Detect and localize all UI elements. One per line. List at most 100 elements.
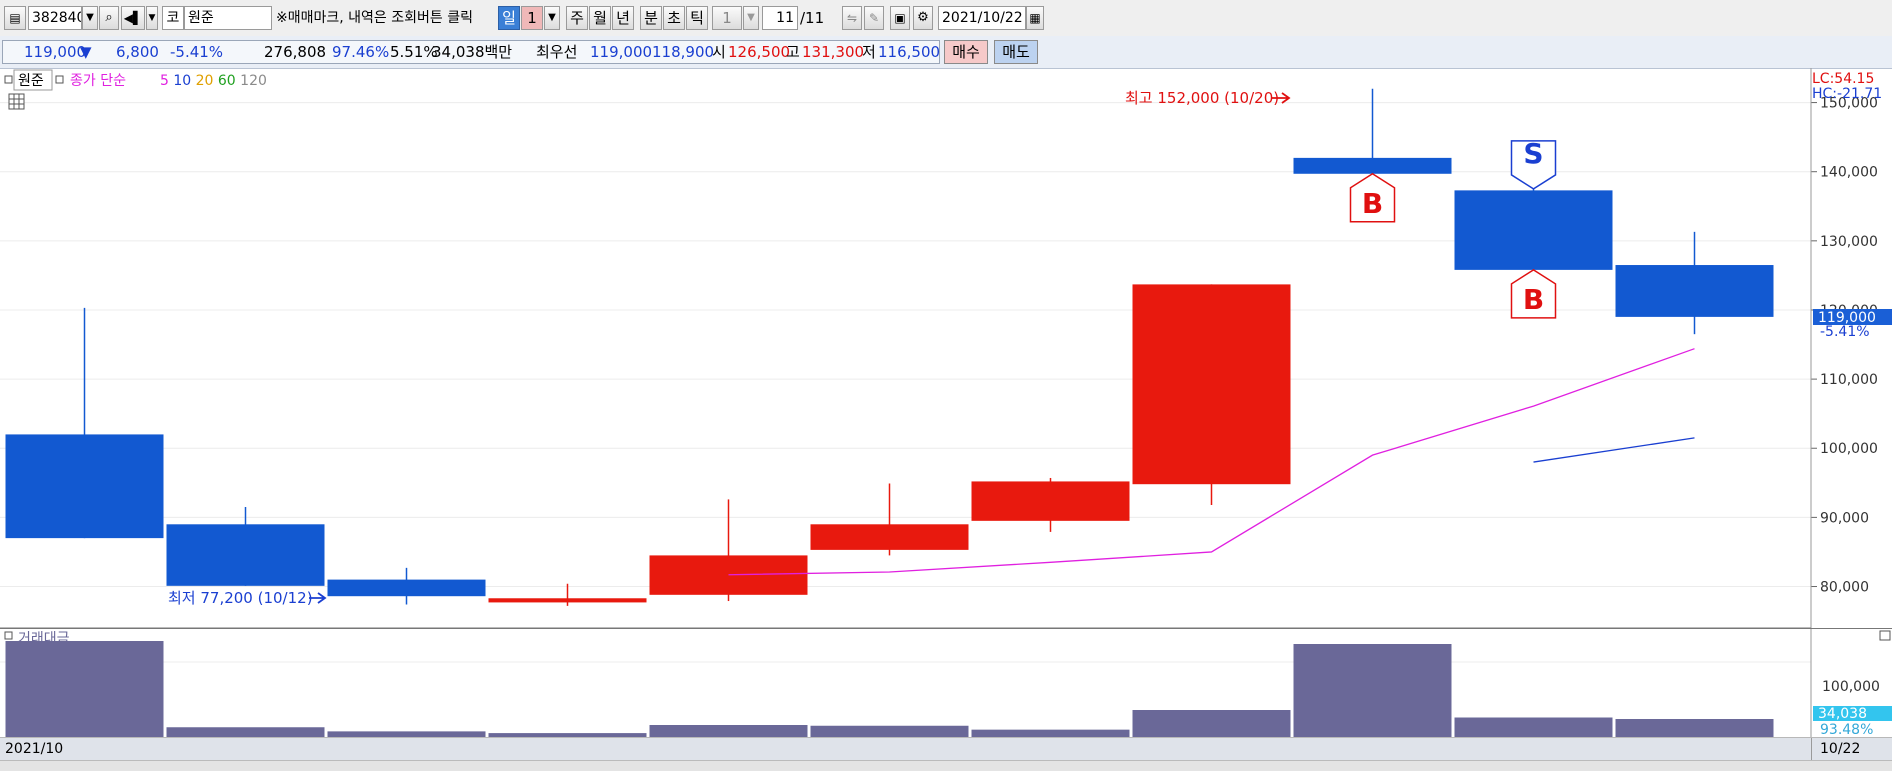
period-day-count[interactable]: 1 xyxy=(521,6,543,30)
legend-ma-period: 120 xyxy=(236,73,267,89)
volume-bar xyxy=(5,641,164,737)
period-second-button[interactable]: 초 xyxy=(663,6,685,30)
candle-body xyxy=(1293,157,1452,174)
compare-icon[interactable]: ⇋ xyxy=(842,6,862,30)
legend-ma-label: 종가 단순 xyxy=(70,73,126,89)
candle-body xyxy=(810,524,969,550)
tick-count-dropdown-icon[interactable]: ▼ xyxy=(743,6,759,30)
min-annotation: 최저 77,200 (10/12) xyxy=(168,589,313,607)
horizontal-scrollbar[interactable] xyxy=(0,760,1892,771)
open-label: 시 xyxy=(712,43,726,61)
signal-letter: B xyxy=(1362,187,1383,220)
volume-bar xyxy=(1132,710,1291,737)
price-tick-label: 140,000 xyxy=(1820,165,1878,181)
volume-bar xyxy=(1293,644,1452,737)
draw-tool-icon[interactable]: ✎ xyxy=(864,6,884,30)
legend-ma-period: 20 xyxy=(191,73,213,89)
legend-ma-checkbox-icon[interactable] xyxy=(55,75,64,84)
volume-axis-tick: 100,000 xyxy=(1822,679,1880,695)
settings-icon[interactable]: ⚙ xyxy=(913,6,933,30)
save-icon[interactable]: ▣ xyxy=(890,6,910,30)
period-month-button[interactable]: 월 xyxy=(589,6,611,30)
best-ask: 119,000 xyxy=(590,43,653,61)
date-axis: 2021/10 10/22 xyxy=(0,737,1892,761)
volume-layer xyxy=(5,641,1774,737)
change-arrow: ▼ xyxy=(80,43,92,61)
candle-body xyxy=(166,524,325,586)
volume-current-pct: 93.48% xyxy=(1820,722,1873,738)
signal-letter: S xyxy=(1523,137,1543,170)
max-annotation: 최고 152,000 (10/20) xyxy=(1125,89,1279,107)
high-label: 고 xyxy=(786,43,800,61)
volume-bar xyxy=(1454,717,1613,737)
legend-ma-period: 5 xyxy=(160,73,169,89)
ma10-line xyxy=(1533,437,1695,463)
candle-body xyxy=(1454,190,1613,270)
candle-body xyxy=(1615,265,1774,317)
tick-count-field[interactable]: 1 xyxy=(712,6,742,30)
period-week-button[interactable]: 주 xyxy=(566,6,588,30)
toolbar: ▤ 382840 ▼ ⌕ ◀▌ ▼ 코 원준 ※매매마크, 내역은 조회버튼 클… xyxy=(0,0,1892,37)
stock-code-input[interactable]: 382840 xyxy=(28,6,82,30)
volume-current-label: 34,038 xyxy=(1818,706,1867,722)
price-tick-label: 100,000 xyxy=(1820,441,1878,457)
trade-mark-note: ※매매마크, 내역은 조회버튼 클릭 xyxy=(276,10,473,26)
candle-body xyxy=(649,555,808,595)
page-current[interactable]: 11 xyxy=(762,6,798,30)
legend-ma-periods: 5 10 20 60 120 xyxy=(160,73,267,89)
sell-button[interactable]: 매도 xyxy=(994,40,1038,64)
candle-layer xyxy=(5,88,1774,606)
volume-legend-checkbox-icon[interactable] xyxy=(4,631,13,640)
lc-indicator: LC:54.15 xyxy=(1812,71,1874,87)
market-badge: 코 xyxy=(162,6,184,30)
period-tick-button[interactable]: 틱 xyxy=(686,6,708,30)
search-icon[interactable]: ⌕ xyxy=(99,6,119,30)
panel-divider-line xyxy=(0,628,1892,629)
price-tick-label: 130,000 xyxy=(1820,234,1878,250)
price-tick-label: 80,000 xyxy=(1820,580,1869,596)
volume-bar xyxy=(1615,719,1774,737)
price-tick-label: 110,000 xyxy=(1820,372,1878,388)
volume-panel-label: 거래대금 xyxy=(18,631,70,647)
speaker-dropdown-icon[interactable]: ▼ xyxy=(146,6,158,30)
open-price: 126,500 xyxy=(728,43,791,61)
volume-bar xyxy=(810,725,969,737)
grid-table-icon[interactable] xyxy=(8,93,25,110)
legend-ma-period: 10 xyxy=(169,73,191,89)
volume-bar xyxy=(649,725,808,737)
candle-body xyxy=(971,481,1130,521)
speaker-icon[interactable]: ◀▌ xyxy=(121,6,145,30)
period-year-button[interactable]: 년 xyxy=(612,6,634,30)
stock-name-field[interactable]: 원준 xyxy=(184,6,272,30)
price-axis: 80,00090,000100,000110,000120,000130,000… xyxy=(1811,96,1878,596)
price-change: 6,800 xyxy=(116,43,159,61)
buy-button[interactable]: 매수 xyxy=(944,40,988,64)
change-percent: -5.41% xyxy=(170,43,224,61)
footer-divider xyxy=(1811,738,1812,761)
candle-body xyxy=(5,434,164,539)
date-field[interactable]: 2021/10/22 xyxy=(938,6,1026,30)
date-axis-end: 10/22 xyxy=(1820,741,1861,757)
screen-menu-icon[interactable]: ▤ xyxy=(4,6,26,30)
quote-bar: 119,000 ▼ 6,800 -5.41% 276,808 97.46% 5.… xyxy=(0,36,1892,69)
page-total: /11 xyxy=(800,9,825,27)
period-minute-button[interactable]: 분 xyxy=(640,6,662,30)
volume-bar xyxy=(971,729,1130,737)
low-price: 116,500 xyxy=(878,43,941,61)
calendar-icon[interactable]: ▦ xyxy=(1026,6,1044,30)
price-tick-label: 90,000 xyxy=(1820,510,1869,526)
candle-body xyxy=(327,579,486,597)
date-axis-start: 2021/10 xyxy=(5,741,64,757)
candlestick-chart[interactable]: BBS 80,00090,000100,000110,000120,000130… xyxy=(0,68,1892,748)
period-day-button[interactable]: 일 xyxy=(498,6,520,30)
period-count-dropdown-icon[interactable]: ▼ xyxy=(544,6,560,30)
hc-indicator: HC:-21.71 xyxy=(1812,86,1882,102)
signal-letter: B xyxy=(1523,283,1544,316)
low-label: 저 xyxy=(862,43,876,61)
legend-ma-period: 60 xyxy=(213,73,235,89)
legend-checkbox-icon[interactable] xyxy=(4,75,13,84)
volume-bar xyxy=(166,727,325,737)
volume: 276,808 xyxy=(264,43,327,61)
collapse-panel-icon[interactable] xyxy=(1879,630,1891,641)
code-dropdown-icon[interactable]: ▼ xyxy=(82,6,98,30)
